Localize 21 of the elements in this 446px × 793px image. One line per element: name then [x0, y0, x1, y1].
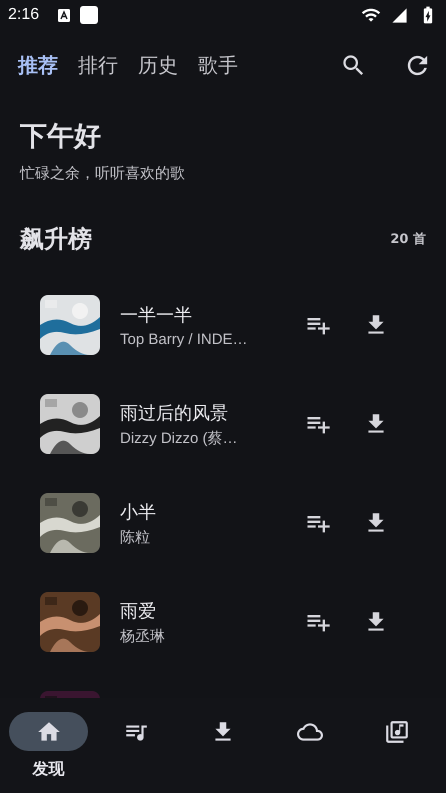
music-library-icon: [384, 718, 410, 744]
song-title: 一半一半: [120, 304, 193, 326]
song-title: 雨爱: [120, 600, 157, 622]
song-artist: Dizzy Dizzo (蔡…: [120, 428, 239, 448]
song-artist: 陈粒: [120, 528, 151, 546]
app-icon: [80, 6, 98, 24]
tab[interactable]: 歌手: [198, 52, 238, 78]
tab[interactable]: 推荐: [18, 52, 58, 78]
song-title: 雨过后的风景: [120, 402, 229, 424]
song-title: 小半: [120, 500, 157, 524]
song-count: 20 首: [390, 231, 426, 248]
signal-icon: [391, 6, 408, 24]
greeting-title: 下午好: [19, 120, 102, 154]
tab[interactable]: 历史: [138, 52, 178, 78]
greeting-subtitle: 忙碌之余，听听喜欢的歌: [18, 163, 186, 183]
song-artist: Top Barry / INDE…: [120, 330, 249, 348]
keyboard-icon: [58, 8, 70, 22]
tab[interactable]: 排行: [78, 52, 118, 78]
song-artist: 杨丞琳: [120, 626, 166, 646]
section-title: 飙升榜: [20, 224, 92, 255]
status-time: 2:16: [8, 6, 40, 24]
